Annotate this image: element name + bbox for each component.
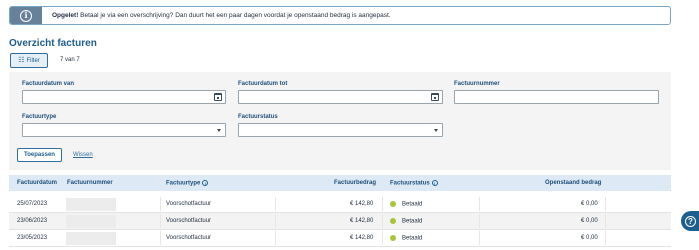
status-paid-dot bbox=[390, 235, 396, 241]
info-icon[interactable]: i bbox=[202, 180, 209, 186]
column-header-status[interactable]: Factuurstatus i bbox=[390, 180, 438, 187]
date-from-input[interactable] bbox=[22, 90, 226, 104]
help-button[interactable]: ? bbox=[681, 211, 699, 231]
cell-type: Voorschotfactuur bbox=[166, 218, 212, 224]
column-header-status-label: Factuurstatus bbox=[390, 180, 430, 187]
status-paid-dot bbox=[390, 201, 396, 207]
cell-status: Betaald bbox=[390, 218, 422, 225]
help-icon: ? bbox=[685, 215, 696, 227]
cell-open-amount: € 0,00 bbox=[581, 218, 598, 224]
info-alert: i Opgelet! Betaal je via een overschrijv… bbox=[9, 6, 671, 25]
alert-title: Opgelet! bbox=[52, 12, 79, 19]
clear-link[interactable]: Wissen bbox=[73, 152, 93, 158]
filter-button-label: Filter bbox=[26, 57, 40, 64]
calendar-icon[interactable] bbox=[431, 93, 439, 101]
cell-status: Betaald bbox=[390, 201, 422, 208]
cell-amount: € 142,80 bbox=[350, 235, 374, 241]
cell-date: 23/06/2023 bbox=[17, 218, 48, 224]
page-title: Overzicht facturen bbox=[9, 38, 97, 49]
status-label: Betaald bbox=[402, 218, 423, 225]
column-header-number[interactable]: Factuurnummer bbox=[67, 180, 113, 186]
calendar-icon[interactable] bbox=[214, 93, 222, 101]
result-count: 7 van 7 bbox=[60, 57, 80, 63]
cell-type: Voorschotfactuur bbox=[166, 201, 212, 207]
cell-status: Betaald bbox=[390, 235, 422, 242]
invoice-type-select[interactable] bbox=[22, 123, 226, 137]
chevron-down-icon bbox=[217, 129, 221, 132]
cell-date: 25/07/2023 bbox=[17, 201, 48, 207]
cell-amount: € 142,80 bbox=[350, 218, 374, 224]
filter-button[interactable]: ☷ Filter bbox=[10, 53, 48, 68]
cell-date: 23/05/2023 bbox=[17, 235, 48, 241]
info-icon[interactable]: i bbox=[431, 180, 438, 186]
column-header-type-label: Factuurtype bbox=[166, 180, 201, 187]
filter-panel: Factuurdatum van Factuurdatum tot Factuu… bbox=[9, 72, 671, 170]
redacted-invoice-number bbox=[66, 232, 116, 245]
invoice-number-label: Factuurnummer bbox=[454, 81, 500, 87]
table-row[interactable]: 23/06/2023 Voorschotfactuur € 142,80 Bet… bbox=[9, 213, 671, 230]
column-header-open-amount[interactable]: Openstaand bedrag bbox=[545, 180, 601, 186]
alert-message: Betaal je via een overschrijving? Dan du… bbox=[78, 12, 391, 19]
date-to-input[interactable] bbox=[238, 90, 443, 104]
cell-open-amount: € 0,00 bbox=[581, 235, 598, 241]
invoice-status-select[interactable] bbox=[238, 123, 443, 137]
table-header: Factuurdatum Factuurnummer Factuurtype i … bbox=[9, 175, 671, 191]
cell-type: Voorschotfactuur bbox=[166, 235, 212, 241]
column-header-type[interactable]: Factuurtype i bbox=[166, 180, 209, 187]
filter-sliders-icon: ☷ bbox=[18, 57, 25, 64]
apply-button[interactable]: Toepassen bbox=[17, 148, 62, 162]
status-paid-dot bbox=[390, 218, 396, 224]
invoice-type-label: Factuurtype bbox=[22, 114, 57, 120]
date-to-label: Factuurdatum tot bbox=[238, 81, 288, 87]
date-from-label: Factuurdatum van bbox=[22, 81, 75, 87]
alert-text: Opgelet! Betaal je via een overschrijvin… bbox=[52, 12, 391, 19]
cell-amount: € 142,80 bbox=[350, 201, 374, 207]
info-icon: i bbox=[20, 9, 32, 22]
table-row[interactable]: 23/05/2023 Voorschotfactuur € 142,80 Bet… bbox=[9, 230, 671, 247]
status-label: Betaald bbox=[402, 235, 423, 242]
invoice-status-label: Factuurstatus bbox=[238, 114, 278, 120]
table-row[interactable]: 25/07/2023 Voorschotfactuur € 142,80 Bet… bbox=[9, 196, 671, 213]
alert-icon-box: i bbox=[10, 7, 42, 24]
column-header-amount[interactable]: Factuurbedrag bbox=[334, 180, 376, 186]
status-label: Betaald bbox=[402, 201, 423, 208]
redacted-invoice-number bbox=[66, 215, 116, 228]
invoice-number-input[interactable] bbox=[454, 90, 659, 104]
chevron-down-icon bbox=[434, 129, 438, 132]
cell-open-amount: € 0,00 bbox=[581, 201, 598, 207]
column-header-date[interactable]: Factuurdatum bbox=[17, 180, 57, 186]
redacted-invoice-number bbox=[66, 198, 116, 211]
